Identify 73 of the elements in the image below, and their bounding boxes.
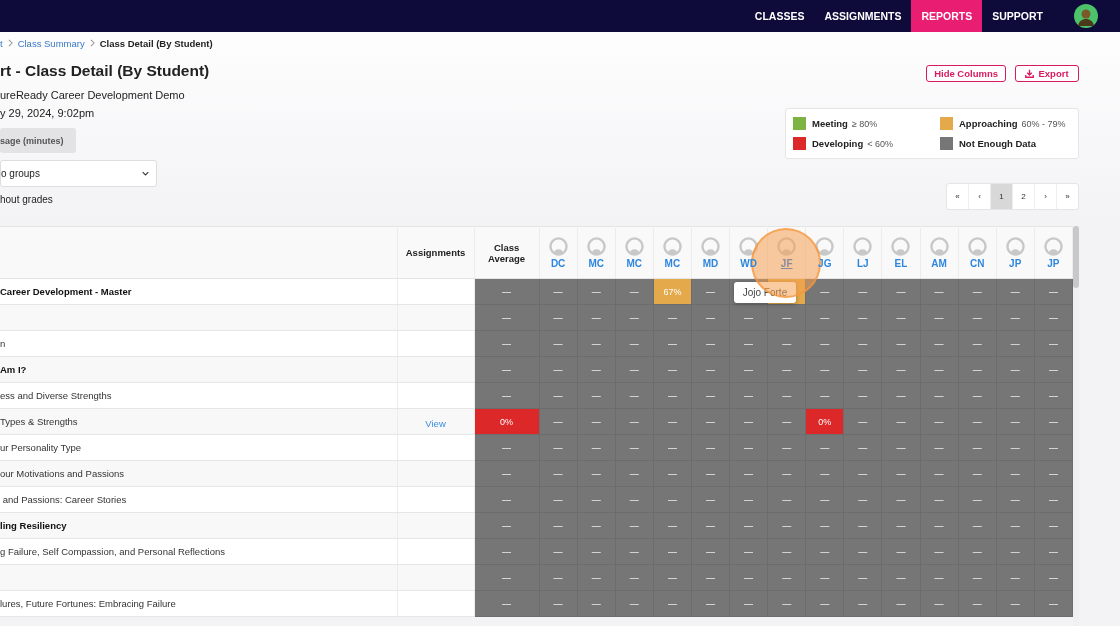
grades-note: hout grades [0,194,53,205]
user-icon [548,236,568,256]
nav-tab[interactable]: SUPPORT [982,0,1053,32]
student-link[interactable]: MC [588,257,604,269]
row-label: g Failure, Self Compassion, and Personal Reflections [0,546,225,557]
user-avatar-icon[interactable] [1074,4,1098,28]
row-label: Career Development - Master [0,286,132,297]
nav-tab[interactable]: ASSIGNMENTS [814,0,912,32]
legend-label: Approaching [959,118,1018,129]
legend-label: Developing [812,138,864,149]
legend-label: Not Enough Data [959,138,1037,149]
usage-button[interactable]: sage (minutes) [0,128,76,153]
user-icon [929,236,949,256]
nav-tab[interactable]: REPORTS [911,0,983,32]
row-label: n [0,338,6,349]
student-link[interactable]: JP [1009,257,1022,269]
user-icon [1005,236,1025,256]
chevron-down-icon [142,171,149,176]
page-button[interactable]: 2 [1012,184,1034,209]
user-icon [701,236,720,256]
user-icon [1043,236,1063,256]
student-link[interactable]: JF [780,257,793,269]
scrollbar-thumb[interactable] [1073,226,1079,288]
user-icon [662,236,682,256]
student-link[interactable]: MC [664,257,681,269]
breadcrumb-link[interactable]: t [0,37,3,49]
page-button[interactable]: » [1056,184,1078,209]
row-label: and Passions: Career Stories [1,494,127,505]
chevron-right-icon [7,39,13,47]
user-icon [624,236,644,256]
student-link[interactable]: AM [931,257,947,269]
student-link[interactable]: MD [702,257,719,269]
export-button[interactable]: Export [1015,65,1079,82]
student-tooltip: Jojo Forte [733,282,797,303]
subtitle-text: y 29, 2024, 9:02pm [0,106,96,121]
hide-columns-button[interactable]: Hide Columns [926,65,1006,82]
student-link[interactable]: CN [969,257,985,269]
legend-range: ≥ 80% [851,118,878,129]
column-header: Class Average [487,241,527,264]
column-header: Assignments [397,226,475,279]
breadcrumb-link[interactable]: Class Summary [17,37,85,49]
user-icon [815,236,835,256]
subtitle-text: ureReady Career Development Demo [0,88,185,103]
student-link[interactable]: MC [626,257,643,269]
view-link[interactable]: View [425,417,446,429]
user-icon [739,236,759,256]
student-link[interactable]: DC [550,257,566,269]
nav-tab[interactable]: CLASSES [744,0,815,32]
row-label: ess and Diverse Strengths [0,390,112,401]
row-label: ling Resiliency [0,520,67,531]
chevron-right-icon [89,39,95,47]
row-label: ur Personality Type [0,442,82,453]
user-icon [586,236,606,256]
row-label: lures, Future Fortunes: Embracing Failure [0,598,176,609]
user-icon [853,236,873,256]
user-icon [967,236,987,256]
student-link[interactable]: EL [894,257,908,269]
student-link[interactable]: JP [1047,257,1060,269]
page-button[interactable]: › [1034,184,1056,209]
legend-label: Meeting [812,118,848,129]
page-button[interactable]: 1 [990,184,1012,209]
legend-range: 60% - 79% [1021,118,1066,129]
page-button[interactable]: « [947,184,968,209]
breadcrumb-current: Class Detail (By Student) [99,37,213,49]
row-label: Types & Strengths [0,416,78,427]
row-label: our Motivations and Passions [0,468,125,479]
user-icon [891,236,911,256]
download-icon [1025,69,1035,78]
group-select[interactable]: o groups [0,160,157,187]
page-title: rt - Class Detail (By Student) [0,62,210,81]
row-label: Am I? [0,364,27,375]
legend-range: < 60% [867,138,893,149]
student-link[interactable]: LJ [857,257,869,269]
